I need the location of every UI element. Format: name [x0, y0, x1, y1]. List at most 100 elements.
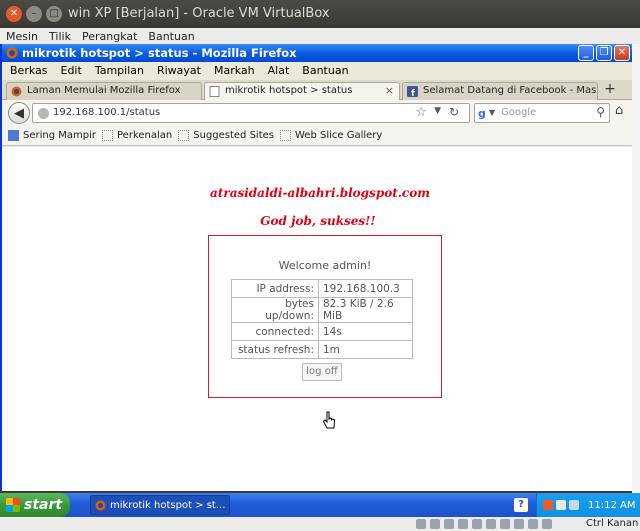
taskbar-item-firefox[interactable]: mikrotik hotspot > st...: [90, 495, 230, 515]
vbox-menu-tilik[interactable]: Tilik: [49, 30, 71, 43]
display-icon[interactable]: [486, 519, 496, 529]
hand-cursor-icon: [322, 411, 336, 429]
search-placeholder: Google: [501, 107, 537, 118]
vbox-menu-perangkat[interactable]: Perangkat: [82, 30, 137, 43]
search-engine-dropdown-icon[interactable]: ▼: [489, 108, 495, 117]
bookmarks-toolbar: Sering Mampir Perkenalan Suggested Sites…: [2, 126, 632, 146]
host-minimize-icon[interactable]: –: [26, 6, 42, 22]
page-content: atrasidaldi-albahri.blogspot.com God job…: [2, 147, 632, 491]
bookmark-label: Suggested Sites: [193, 130, 274, 141]
bookmark-perkenalan[interactable]: Perkenalan: [102, 130, 172, 141]
firefox-title-bar: mikrotik hotspot > status - Mozilla Fire…: [2, 44, 632, 62]
bookmark-label: Sering Mampir: [23, 130, 96, 141]
host-title-bar: ✕ – □ win XP [Berjalan] - Oracle VM Virt…: [0, 0, 640, 28]
close-button[interactable]: ✕: [614, 45, 630, 61]
network-icon[interactable]: [556, 500, 566, 510]
start-button[interactable]: start: [0, 493, 70, 517]
page-icon: [209, 86, 220, 97]
menu-edit[interactable]: Edit: [61, 64, 82, 77]
bookmark-label: Web Slice Gallery: [295, 130, 383, 141]
menu-alat[interactable]: Alat: [268, 64, 290, 77]
new-tab-button[interactable]: +: [600, 82, 620, 99]
home-icon[interactable]: ⌂: [615, 103, 623, 118]
bookmark-folder-icon: [8, 130, 19, 141]
google-icon[interactable]: g: [478, 107, 486, 120]
tab-firefox-start[interactable]: Laman Memulai Mozilla Firefox: [6, 82, 202, 100]
ip-address-value: 192.168.100.3: [318, 279, 413, 298]
maximize-button[interactable]: ❐: [596, 45, 612, 61]
firefox-window-title: mikrotik hotspot > status - Mozilla Fire…: [22, 46, 297, 60]
navigation-bar: ◀ 192.168.100.1/status ☆ ▼ ↻ g ▼ Google …: [2, 100, 632, 126]
xp-taskbar: start mikrotik hotspot > st... ? 11:12 A…: [0, 493, 640, 517]
bookmark-web-slice-gallery[interactable]: Web Slice Gallery: [280, 130, 382, 141]
firefox-icon: [11, 86, 22, 97]
blog-brand-text: atrasidaldi-albahri.blogspot.com: [210, 186, 430, 200]
refresh-value: 1m: [318, 340, 413, 359]
menu-markah[interactable]: Markah: [214, 64, 255, 77]
ip-address-label: IP address:: [231, 279, 319, 298]
menu-berkas[interactable]: Berkas: [10, 64, 48, 77]
back-button[interactable]: ◀: [8, 102, 30, 124]
address-bar[interactable]: 192.168.100.1/status ☆ ▼ ↻: [32, 103, 470, 123]
connected-label: connected:: [231, 322, 319, 341]
firefox-icon: [95, 500, 106, 510]
security-icon[interactable]: [543, 500, 553, 510]
page-icon: [178, 130, 190, 141]
url-text: 192.168.100.1/status: [53, 107, 161, 118]
bytes-label: bytes up/down:: [231, 297, 319, 323]
tab-close-icon[interactable]: ×: [385, 83, 394, 99]
optical-drive-icon[interactable]: [430, 519, 440, 529]
vbox-menu-bantuan[interactable]: Bantuan: [148, 30, 194, 43]
host-key-label: Ctrl Kanan: [586, 518, 639, 529]
menu-tampilan[interactable]: Tampilan: [95, 64, 144, 77]
bookmark-label: Perkenalan: [117, 130, 173, 141]
status-table: IP address: 192.168.100.3 bytes up/down: 8…: [231, 279, 413, 359]
vbox-menu-bar: Mesin Tilik Perangkat Bantuan: [0, 28, 640, 44]
help-icon[interactable]: ?: [514, 498, 528, 512]
tab-bar: Laman Memulai Mozilla Firefox mikrotik h…: [2, 80, 632, 100]
tab-label: Selamat Datang di Facebook - Masuk, Da..…: [423, 85, 597, 96]
network-adapter-icon[interactable]: [472, 519, 482, 529]
connected-value: 14s: [318, 322, 413, 341]
search-icon[interactable]: ⚲: [596, 105, 605, 119]
table-row: IP address: 192.168.100.3: [231, 279, 413, 298]
search-bar[interactable]: g ▼ Google ⚲: [474, 103, 610, 123]
log-off-button[interactable]: log off: [302, 363, 342, 381]
globe-icon: [38, 108, 49, 119]
mouse-integration-icon[interactable]: [514, 519, 524, 529]
system-tray: 11:12 AM: [536, 493, 640, 517]
host-close-icon[interactable]: ✕: [6, 6, 22, 22]
volume-icon[interactable]: [569, 500, 579, 510]
bookmark-sering-mampir[interactable]: Sering Mampir: [8, 130, 96, 141]
menu-riwayat[interactable]: Riwayat: [157, 64, 201, 77]
firefox-icon: [6, 47, 18, 59]
firefox-window: mikrotik hotspot > status - Mozilla Fire…: [0, 44, 632, 491]
host-maximize-icon[interactable]: □: [46, 6, 62, 22]
host-window-title: win XP [Berjalan] - Oracle VM VirtualBox: [68, 6, 330, 21]
facebook-icon: f: [407, 86, 418, 97]
bookmark-star-icon[interactable]: ☆: [415, 105, 427, 120]
usb-icon[interactable]: [444, 519, 454, 529]
keyboard-capture-icon[interactable]: [528, 519, 538, 529]
bookmark-suggested-sites[interactable]: Suggested Sites: [178, 130, 274, 141]
table-row: connected: 14s: [231, 322, 413, 341]
hard-disk-icon[interactable]: [416, 519, 426, 529]
menu-bantuan[interactable]: Bantuan: [302, 64, 348, 77]
vbox-menu-mesin[interactable]: Mesin: [6, 30, 38, 43]
tab-label: mikrotik hotspot > status: [225, 85, 353, 96]
host-key-icon: [542, 519, 552, 529]
page-icon: [280, 130, 291, 141]
tab-hotspot-status[interactable]: mikrotik hotspot > status ×: [204, 82, 400, 100]
taskbar-item-label: mikrotik hotspot > st...: [110, 499, 226, 511]
clock: 11:12 AM: [588, 499, 636, 511]
hotspot-status-box: Welcome admin! IP address: 192.168.100.3 …: [208, 235, 442, 398]
recording-icon[interactable]: [500, 519, 510, 529]
history-dropdown-icon[interactable]: ▼: [434, 106, 441, 116]
start-label: start: [24, 497, 63, 513]
windows-logo-icon: [6, 498, 20, 512]
minimize-button[interactable]: _: [578, 45, 594, 61]
tab-facebook[interactable]: f Selamat Datang di Facebook - Masuk, Da…: [402, 82, 598, 100]
shared-folder-icon[interactable]: [458, 519, 468, 529]
reload-icon[interactable]: ↻: [449, 105, 459, 119]
bytes-value: 82.3 KiB / 2.6 MiB: [318, 297, 413, 323]
